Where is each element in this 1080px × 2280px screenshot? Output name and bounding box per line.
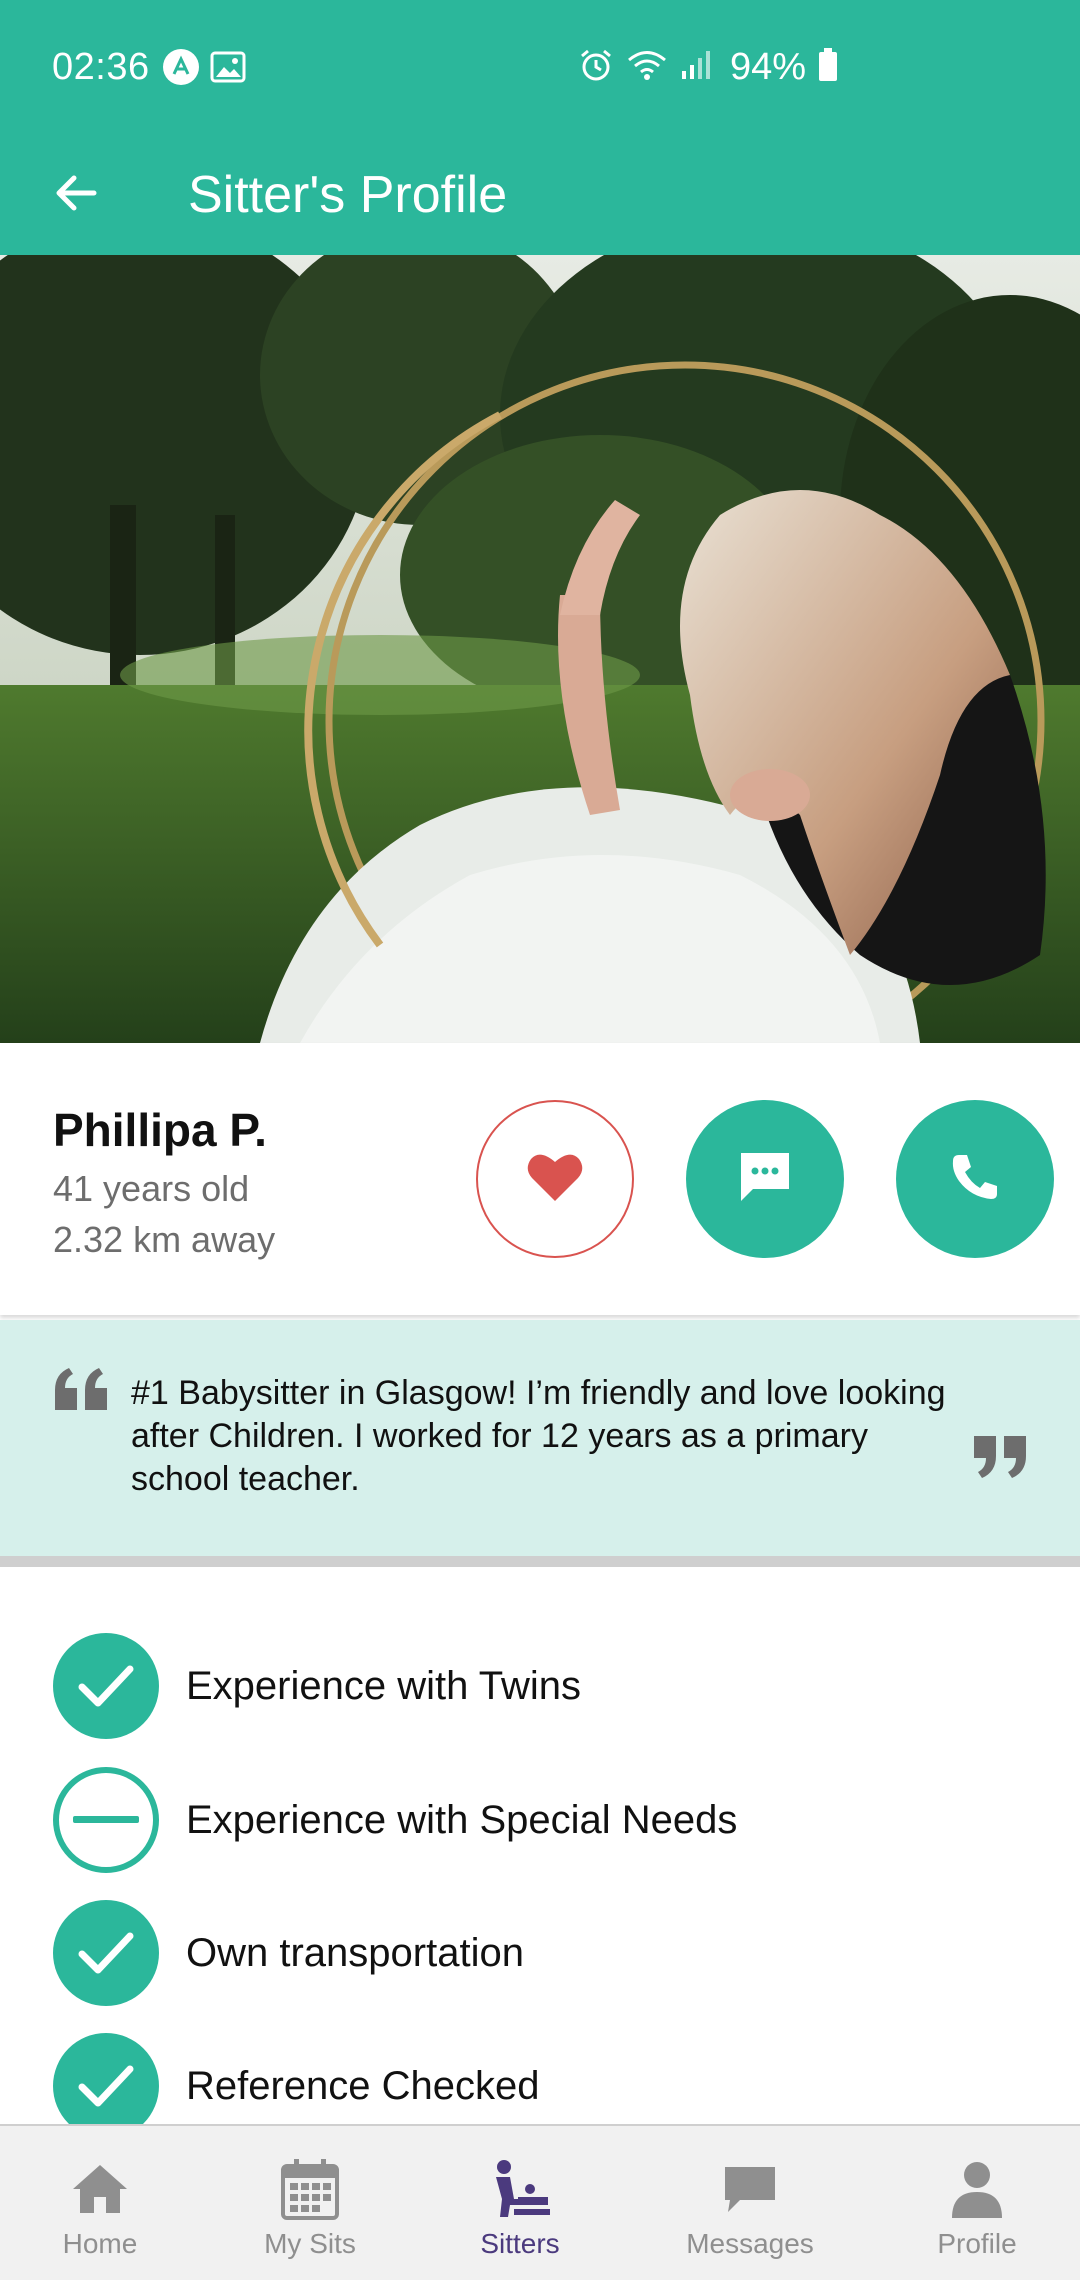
alarm-icon xyxy=(578,47,614,88)
bio-text: #1 Babysitter in Glasgow! I’m friendly a… xyxy=(131,1374,946,1498)
home-icon xyxy=(71,2156,129,2222)
arrow-left-icon xyxy=(52,169,100,222)
minus-icon xyxy=(53,1767,159,1873)
sitter-name: Phillipa P. xyxy=(53,1104,267,1156)
wifi-icon xyxy=(626,48,668,87)
feature-item: Own transportation xyxy=(53,1900,524,2006)
nav-label: Sitters xyxy=(480,2228,560,2259)
quote-close-icon xyxy=(970,1436,1028,1483)
status-time: 02:36 xyxy=(52,46,150,88)
sitter-icon xyxy=(490,2156,550,2222)
nav-label: Home xyxy=(62,2228,138,2259)
battery-icon xyxy=(818,48,838,87)
page-title: Sitter's Profile xyxy=(188,166,508,224)
sitter-distance: 2.32 km away xyxy=(53,1219,276,1260)
battery-level: 94% xyxy=(730,46,807,88)
status-bar: 02:36 94% xyxy=(0,0,1080,135)
feature-label: Experience with Special Needs xyxy=(186,1797,738,1842)
nav-profile[interactable]: Profile xyxy=(917,2126,1037,2280)
call-button[interactable] xyxy=(896,1100,1054,1258)
nav-label: Profile xyxy=(937,2228,1017,2259)
feature-item: Experience with Special Needs xyxy=(53,1767,737,1873)
sitter-age: 41 years old xyxy=(53,1168,250,1209)
favorite-button[interactable] xyxy=(476,1100,634,1258)
heart-icon xyxy=(526,1151,584,1208)
section-divider xyxy=(0,1556,1080,1567)
phone-icon xyxy=(949,1151,1001,1208)
feature-item: Experience with Twins xyxy=(53,1633,581,1739)
messages-icon xyxy=(722,2156,778,2222)
image-icon xyxy=(210,50,246,89)
app-notification-icon xyxy=(162,48,200,91)
check-icon xyxy=(53,2033,159,2125)
nav-sitters[interactable]: Sitters xyxy=(460,2126,580,2280)
message-button[interactable] xyxy=(686,1100,844,1258)
feature-label: Experience with Twins xyxy=(186,1663,581,1708)
app-bar: Sitter's Profile xyxy=(0,135,1080,255)
sitter-info-card: Phillipa P. 41 years old 2.32 km away xyxy=(0,1043,1080,1315)
sitter-photo xyxy=(0,255,1080,1043)
quote-open-icon xyxy=(53,1368,111,1415)
features-list: Experience with Twins Experience with Sp… xyxy=(0,1567,1080,2125)
feature-item: Reference Checked xyxy=(53,2033,540,2125)
nav-label: My Sits xyxy=(264,2228,356,2259)
feature-label: Reference Checked xyxy=(186,2063,540,2108)
nav-home[interactable]: Home xyxy=(40,2126,160,2280)
nav-my-sits[interactable]: My Sits xyxy=(250,2126,370,2280)
chat-bubble-icon xyxy=(737,1149,793,1210)
nav-label: Messages xyxy=(686,2228,814,2259)
back-button[interactable] xyxy=(40,159,112,231)
check-icon xyxy=(53,1633,159,1739)
bottom-navigation: Home My Sits Sitters Messages Profile xyxy=(0,2124,1080,2280)
check-icon xyxy=(53,1900,159,2006)
bio-quote: #1 Babysitter in Glasgow! I’m friendly a… xyxy=(0,1320,1080,1556)
signal-icon xyxy=(680,49,712,86)
feature-label: Own transportation xyxy=(186,1930,524,1975)
calendar-icon xyxy=(280,2156,340,2222)
nav-messages[interactable]: Messages xyxy=(670,2126,830,2280)
person-icon xyxy=(950,2156,1004,2222)
